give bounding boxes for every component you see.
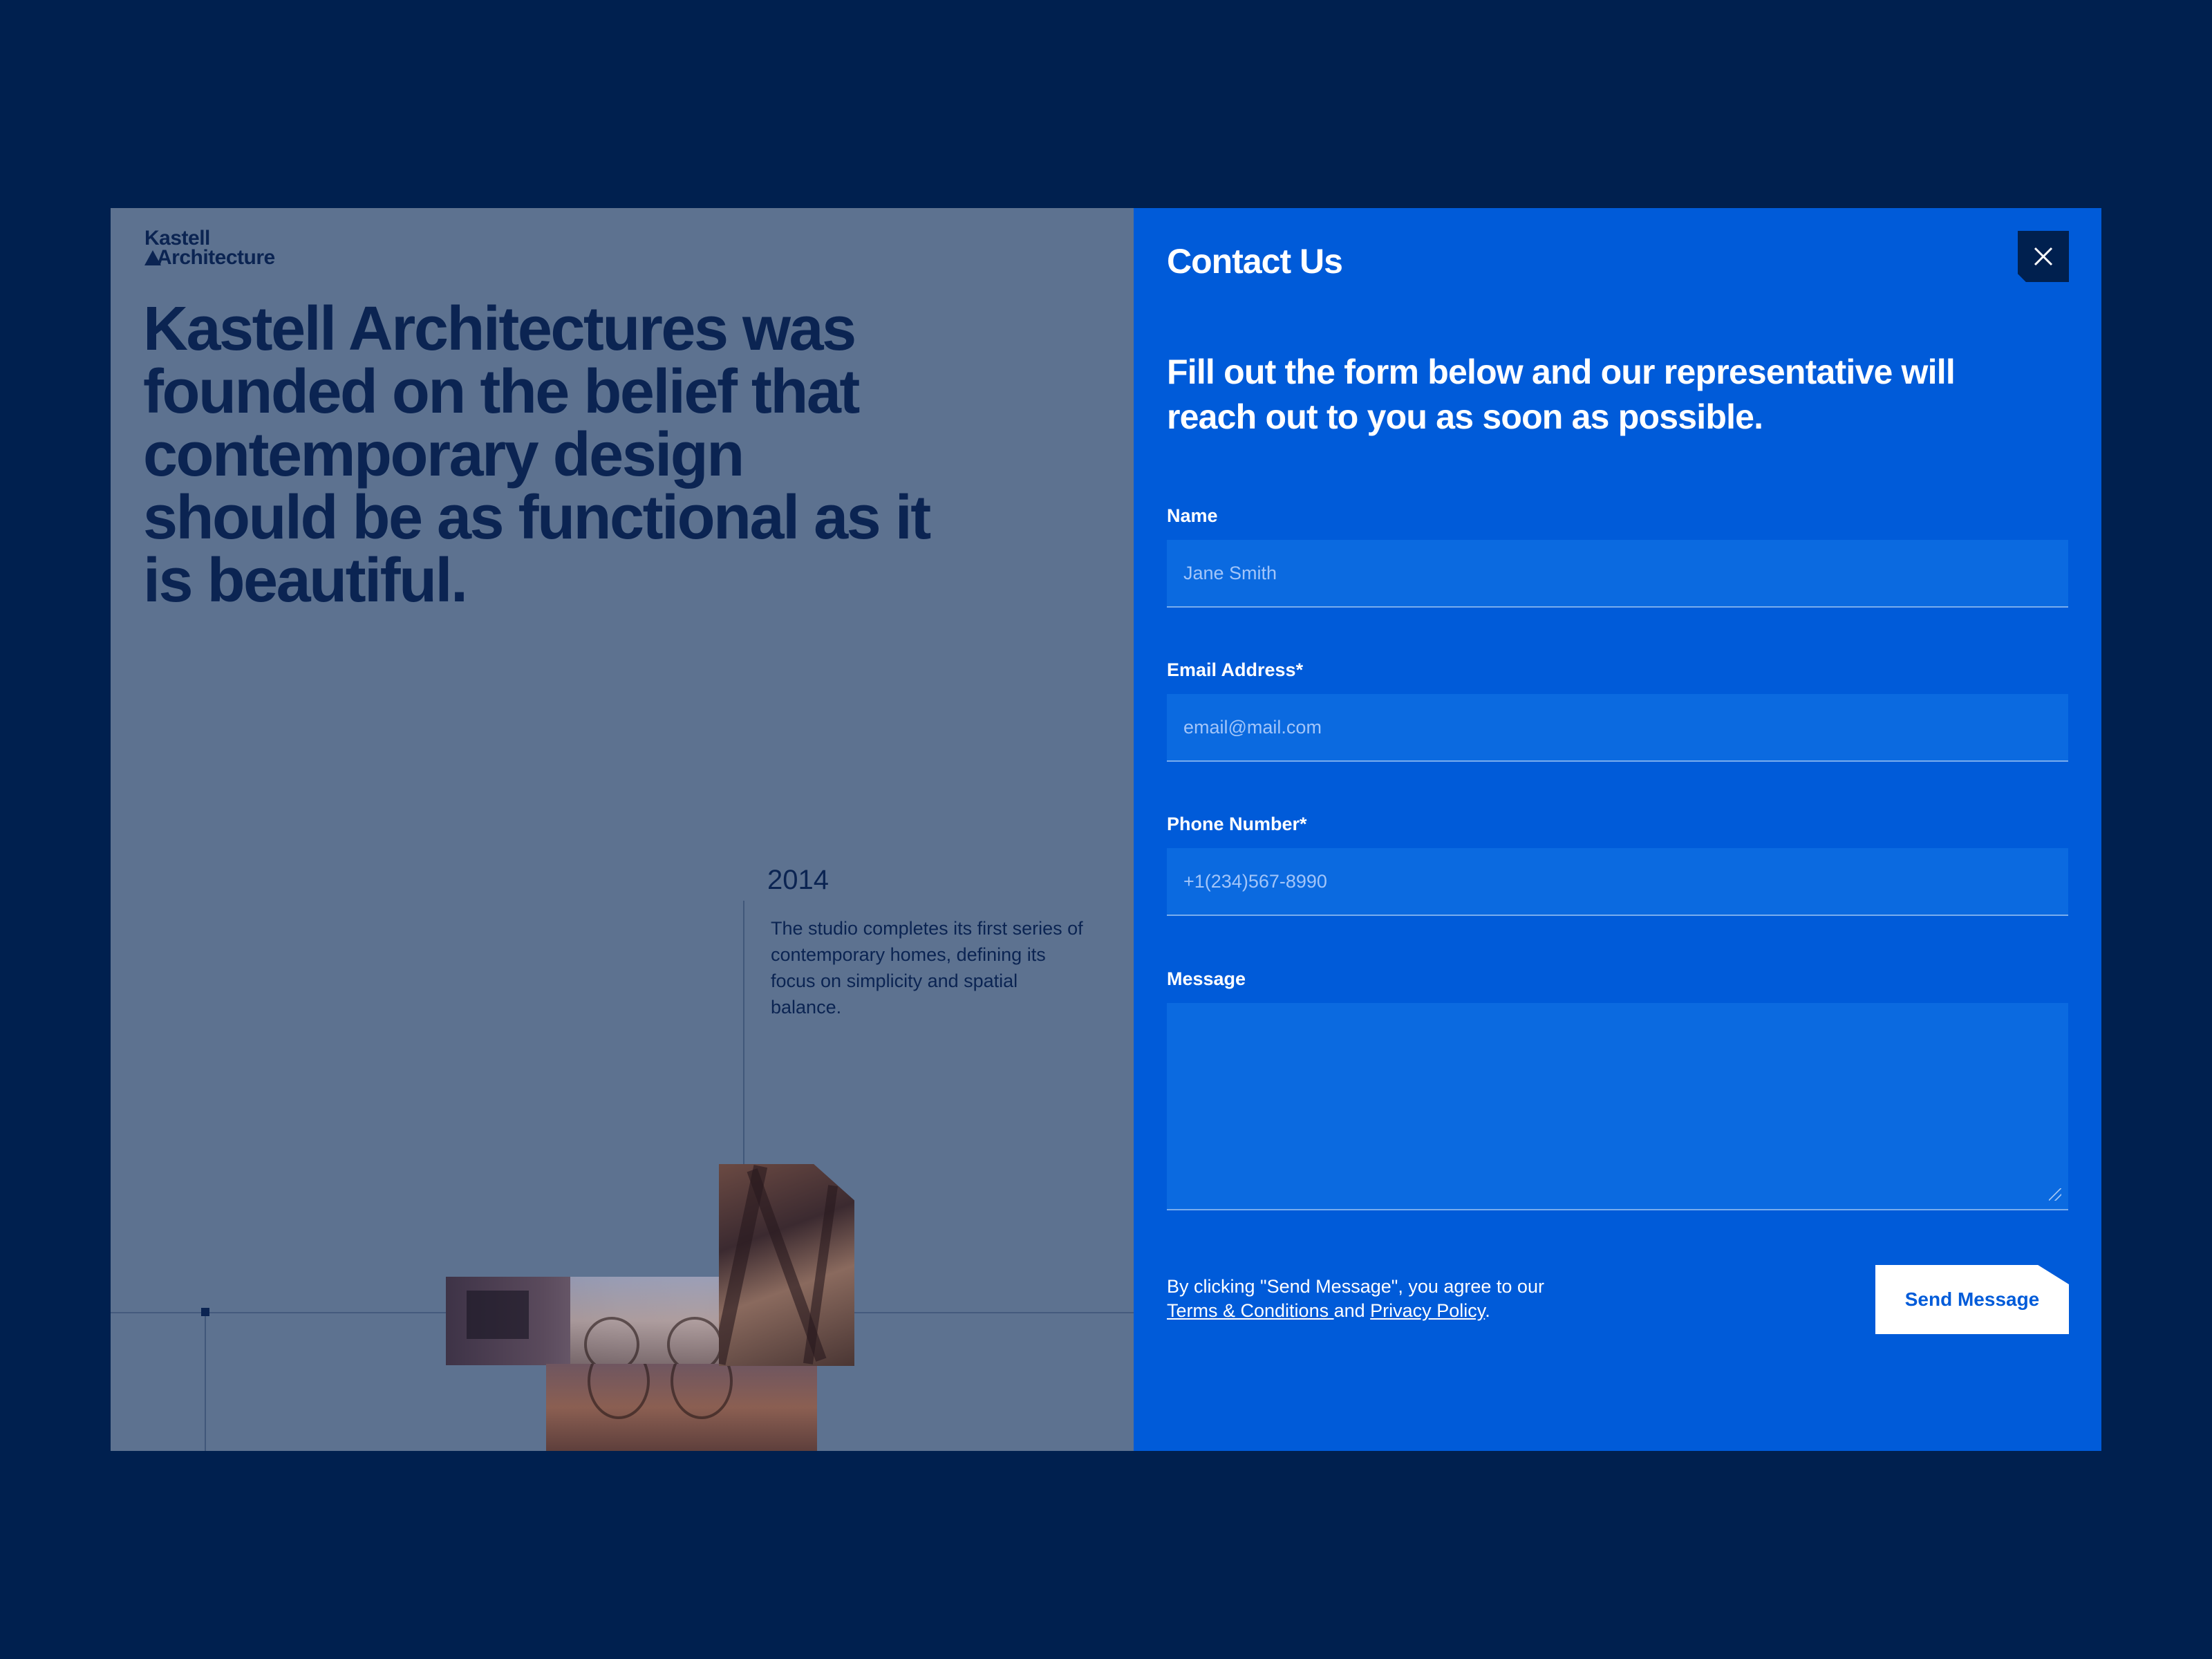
agreement-prefix: By clicking "Send Message", you agree to… <box>1167 1276 1544 1297</box>
message-field-group: Message <box>1167 968 2068 1210</box>
send-message-button[interactable]: Send Message <box>1875 1265 2069 1334</box>
brand-line1: Kastell <box>144 227 210 250</box>
close-icon <box>2034 247 2053 266</box>
resize-handle-icon[interactable] <box>2049 1188 2061 1201</box>
agreement-text: By clicking "Send Message", you agree to… <box>1167 1275 1544 1323</box>
privacy-link[interactable]: Privacy Policy <box>1370 1300 1485 1321</box>
terms-link[interactable]: Terms & Conditions <box>1167 1300 1334 1321</box>
message-textarea[interactable] <box>1167 1003 2068 1210</box>
timeline-marker <box>201 1308 209 1316</box>
name-input[interactable] <box>1167 540 2068 608</box>
close-button[interactable] <box>2018 231 2069 282</box>
message-label: Message <box>1167 968 1246 989</box>
agreement-middle: and <box>1333 1300 1365 1321</box>
name-field-group: Name <box>1167 505 2068 608</box>
contact-panel: Contact Us Fill out the form below and o… <box>1134 208 2101 1451</box>
contact-intro: Fill out the form below and our represen… <box>1167 353 1956 436</box>
phone-label: Phone Number* <box>1167 814 1307 834</box>
phone-field-group: Phone Number* <box>1167 814 2068 916</box>
timeline-year: 2014 <box>767 865 829 895</box>
hero-headline: Kastell Architectures was founded on the… <box>143 294 931 615</box>
email-input[interactable] <box>1167 694 2068 762</box>
timeline-description: The studio completes its first series of… <box>771 918 1083 1018</box>
name-label: Name <box>1167 505 1218 526</box>
phone-input[interactable] <box>1167 848 2068 916</box>
interior-photo-floor <box>546 1364 817 1451</box>
about-panel: Kastell Architecture Kastell Architectur… <box>111 208 1134 1451</box>
agreement-suffix: . <box>1485 1300 1490 1321</box>
interior-photo-staircase <box>719 1164 854 1366</box>
modal-frame: Kastell Architecture Kastell Architectur… <box>111 208 2101 1451</box>
contact-title: Contact Us <box>1167 242 1343 281</box>
email-label: Email Address* <box>1167 659 1304 680</box>
timeline-marker-line <box>205 1316 206 1451</box>
brand-line2: Architecture <box>157 246 275 269</box>
email-field-group: Email Address* <box>1167 659 2068 762</box>
brand-logo[interactable]: Kastell Architecture <box>144 227 275 269</box>
